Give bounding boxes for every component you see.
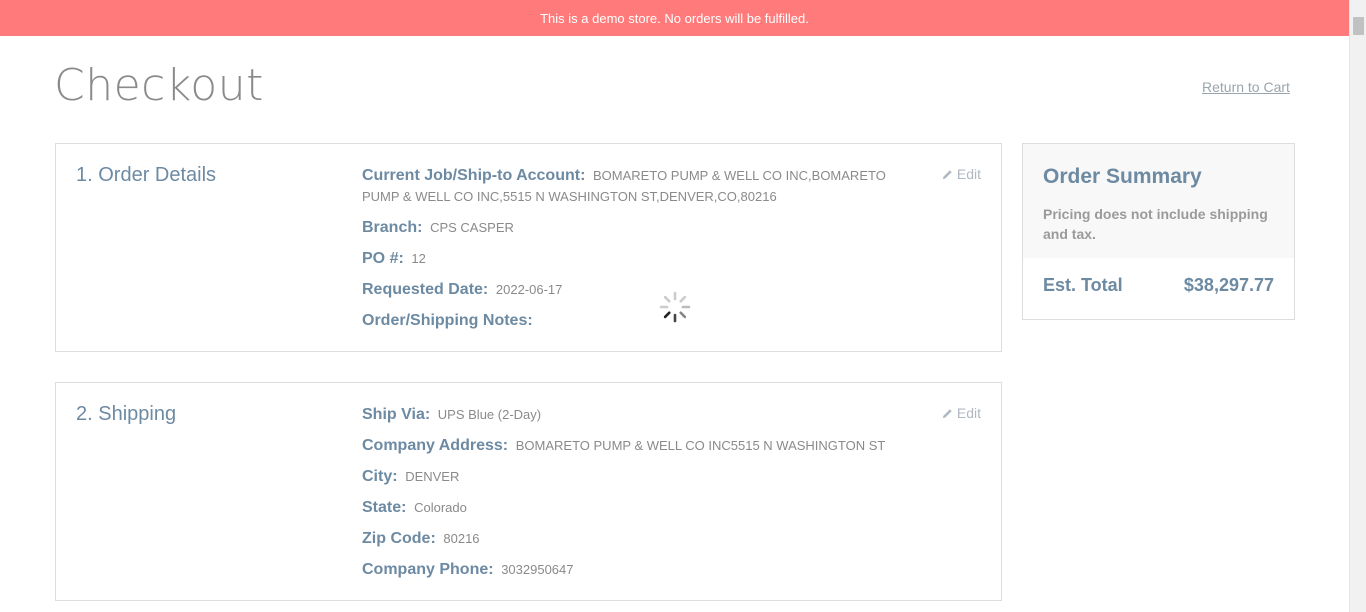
spinner-icon: [659, 291, 691, 323]
shipping-edit-button[interactable]: Edit: [942, 405, 981, 421]
field-order-notes: Order/Shipping Notes:: [362, 310, 922, 331]
field-value: DENVER: [405, 469, 460, 484]
field-zip-code: Zip Code: 80216: [362, 528, 922, 549]
field-label: Company Address:: [362, 437, 509, 454]
field-city: City: DENVER: [362, 466, 922, 487]
field-value: 12: [411, 251, 426, 266]
pricing-note: Pricing does not include shipping and ta…: [1043, 206, 1268, 242]
return-to-cart-link[interactable]: Return to Cart: [1202, 79, 1290, 95]
shipping-fields: Ship Via: UPS Blue (2-Day) Company Addre…: [362, 404, 922, 590]
banner-text: This is a demo store. No orders will be …: [540, 10, 809, 26]
order-details-heading: 1. Order Details: [76, 164, 217, 186]
field-label: City:: [362, 468, 398, 485]
field-label: Zip Code:: [362, 530, 436, 547]
field-value: 80216: [443, 531, 480, 546]
field-label: PO #:: [362, 250, 404, 267]
field-label: Order/Shipping Notes:: [362, 312, 533, 329]
edit-label: Edit: [956, 405, 981, 421]
shipping-panel: 2. Shipping Edit Ship Via: UPS Blue (2-D…: [55, 382, 1002, 601]
field-value: BOMARETO PUMP & WELL CO INC5515 N WASHIN…: [515, 438, 886, 453]
field-po-number: PO #: 12: [362, 248, 922, 269]
field-state: State: Colorado: [362, 497, 922, 518]
field-branch: Branch: CPS CASPER: [362, 217, 922, 238]
order-details-panel: 1. Order Details Edit Current Job/Ship-t…: [55, 143, 1002, 352]
shipping-heading: 2. Shipping: [76, 403, 177, 425]
page-title: Checkout: [54, 60, 264, 111]
est-total-label: Est. Total: [1043, 275, 1123, 295]
field-value: 2022-06-17: [495, 282, 563, 297]
pencil-icon: [942, 408, 952, 418]
field-company-address: Company Address: BOMARETO PUMP & WELL CO…: [362, 435, 922, 456]
field-requested-date: Requested Date: 2022-06-17: [362, 279, 922, 300]
field-label: Current Job/Ship-to Account:: [362, 167, 586, 184]
field-value: Colorado: [414, 500, 467, 515]
order-details-fields: Current Job/Ship-to Account: BOMARETO PU…: [362, 165, 922, 341]
field-ship-via: Ship Via: UPS Blue (2-Day): [362, 404, 922, 425]
pencil-icon: [942, 169, 952, 179]
order-summary-panel: Order Summary Pricing does not include s…: [1022, 143, 1295, 320]
field-value: 3032950647: [501, 562, 574, 577]
order-details-edit-button[interactable]: Edit: [942, 166, 981, 182]
field-label: State:: [362, 499, 407, 516]
demo-store-banner: This is a demo store. No orders will be …: [0, 0, 1349, 36]
field-label: Ship Via:: [362, 406, 431, 423]
edit-label: Edit: [956, 166, 981, 182]
field-value: UPS Blue (2-Day): [437, 407, 542, 422]
field-label: Branch:: [362, 219, 423, 236]
field-company-phone: Company Phone: 3032950647: [362, 559, 922, 580]
scrollbar-thumb[interactable]: [1353, 17, 1364, 35]
field-label: Requested Date:: [362, 281, 489, 298]
order-summary-title: Order Summary: [1043, 165, 1202, 188]
page-scrollbar[interactable]: [1349, 0, 1366, 612]
est-total-value: $38,297.77: [1183, 275, 1274, 295]
field-label: Company Phone:: [362, 561, 494, 578]
field-value: CPS CASPER: [430, 220, 514, 235]
field-ship-to-account: Current Job/Ship-to Account: BOMARETO PU…: [362, 165, 922, 207]
